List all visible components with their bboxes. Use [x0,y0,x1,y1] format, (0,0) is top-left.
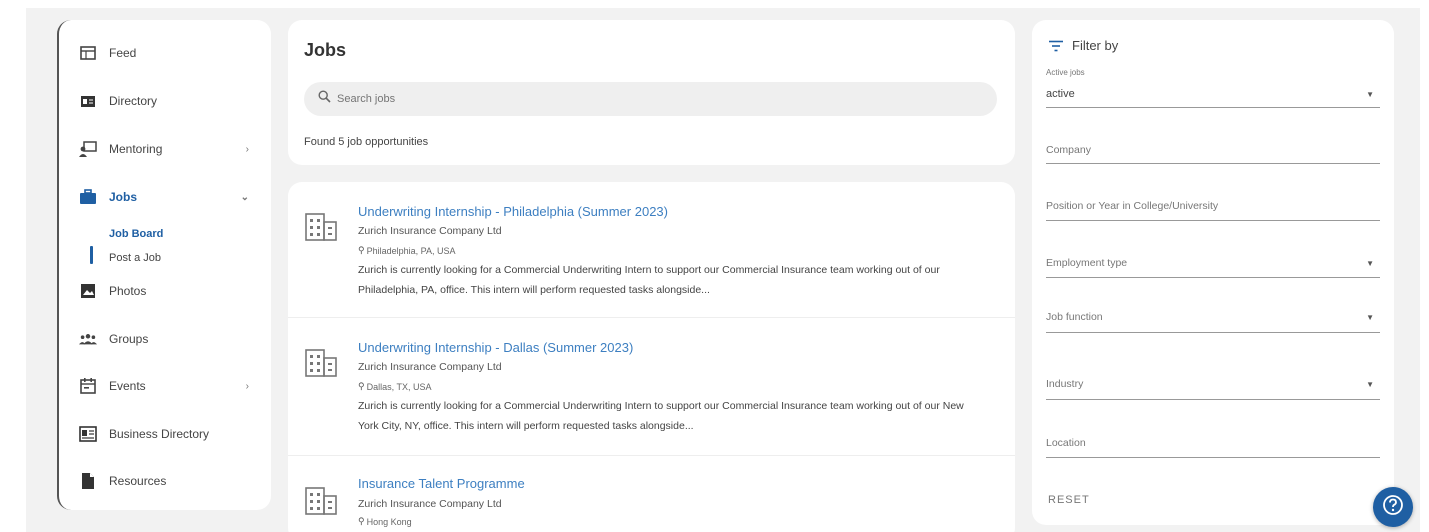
active-jobs-label: Active jobs [1046,68,1085,77]
sidebar-item-photos[interactable]: Photos [79,282,146,300]
industry-placeholder: Industry [1046,378,1084,390]
active-indicator [90,246,93,264]
job-location-text: Hong Kong [366,516,412,527]
search-bar[interactable] [304,82,997,116]
sidebar-item-label: Jobs [109,190,138,204]
calendar-icon [79,377,97,395]
location-placeholder: Location [1046,437,1086,449]
help-button[interactable] [1373,487,1413,527]
sidebar-item-label: Business Directory [109,427,210,441]
photos-icon [79,282,97,300]
location-field[interactable]: Location [1046,425,1380,458]
chevron-down-icon: ⌄ [240,191,249,203]
filter-icon [1048,40,1064,52]
job-list-item[interactable]: Insurance Talent Programme Zurich Insura… [288,456,1015,532]
sidebar-item-directory[interactable]: Directory [79,92,157,110]
job-location-text: Dallas, TX, USA [366,381,432,392]
results-count: Found 5 job opportunities [304,136,429,148]
file-icon [79,472,97,490]
sidebar-item-events[interactable]: Events › [79,377,263,395]
sidebar: Feed Directory Mentoring › Jobs ⌄ Job Bo… [57,20,271,510]
help-icon [1382,494,1404,521]
sidebar-item-feed[interactable]: Feed [79,44,136,62]
briefcase-icon [79,188,97,206]
sidebar-item-label: Groups [109,332,149,346]
search-input[interactable] [337,93,937,105]
job-function-select[interactable]: Job function ▼ [1046,299,1380,333]
company-field[interactable]: Company [1046,130,1380,164]
filter-panel: Filter by Active jobs active ▼ Company P… [1032,20,1394,525]
building-icon [304,348,338,378]
location-pin-icon: ⚲ [358,516,365,526]
chevron-right-icon: › [245,380,249,392]
sidebar-subitem-job-board[interactable]: Job Board [109,228,163,240]
job-company: Zurich Insurance Company Ltd [358,498,502,510]
job-company: Zurich Insurance Company Ltd [358,361,502,373]
position-placeholder: Position or Year in College/University [1046,200,1219,212]
chevron-right-icon: › [245,143,249,155]
sidebar-item-label: Mentoring [109,142,163,156]
location-pin-icon: ⚲ [358,245,365,255]
sidebar-subitem-post-a-job[interactable]: Post a Job [109,252,161,264]
sidebar-item-resources[interactable]: Resources [79,472,166,490]
dropdown-arrow-icon: ▼ [1366,90,1374,99]
reset-button[interactable]: RESET [1048,494,1090,506]
sidebar-item-mentoring[interactable]: Mentoring › [79,140,263,158]
search-icon [318,90,331,108]
company-placeholder: Company [1046,144,1091,156]
location-pin-icon: ⚲ [358,381,365,391]
building-icon [304,486,338,516]
mentoring-icon [79,140,97,158]
active-jobs-select[interactable]: Active jobs active ▼ [1046,68,1380,108]
job-location: ⚲ Dallas, TX, USA [358,381,431,392]
sidebar-item-label: Events [109,379,146,393]
dropdown-arrow-icon: ▼ [1366,313,1374,322]
dropdown-arrow-icon: ▼ [1366,380,1374,389]
industry-select[interactable]: Industry ▼ [1046,360,1380,400]
job-title-link[interactable]: Underwriting Internship - Philadelphia (… [358,204,668,219]
page-title: Jobs [304,40,347,60]
sidebar-item-label: Photos [109,284,147,298]
sidebar-item-groups[interactable]: Groups [79,330,148,348]
job-list-item[interactable]: Underwriting Internship - Dallas (Summer… [288,318,1015,456]
job-title-link[interactable]: Underwriting Internship - Dallas (Summer… [358,340,633,355]
filter-header: Filter by [1048,38,1118,53]
job-title-link[interactable]: Insurance Talent Programme [358,476,525,491]
job-list-item[interactable]: Underwriting Internship - Philadelphia (… [288,182,1015,318]
sidebar-item-label: Resources [109,474,167,488]
active-jobs-value: active [1046,88,1075,100]
position-field[interactable]: Position or Year in College/University [1046,185,1380,221]
job-company: Zurich Insurance Company Ltd [358,225,502,237]
sidebar-item-label: Feed [109,46,137,60]
employment-type-select[interactable]: Employment type ▼ [1046,243,1380,278]
sidebar-item-business-directory[interactable]: Business Directory [79,425,209,443]
building-icon [304,212,338,242]
jobs-header-card: Jobs Found 5 job opportunities [288,20,1015,165]
job-location: ⚲ Hong Kong [358,516,412,527]
directory-icon [79,92,97,110]
job-description: Zurich is currently looking for a Commer… [358,264,940,296]
job-location: ⚲ Philadelphia, PA, USA [358,245,455,256]
job-description: Zurich is currently looking for a Commer… [358,400,964,432]
filter-title: Filter by [1072,38,1119,53]
dropdown-arrow-icon: ▼ [1366,259,1374,268]
sidebar-item-jobs[interactable]: Jobs ⌄ [79,188,263,206]
feed-icon [79,44,97,62]
business-card-icon [79,425,97,443]
sidebar-item-label: Directory [109,94,158,108]
employment-type-placeholder: Employment type [1046,257,1128,269]
job-list: Underwriting Internship - Philadelphia (… [288,182,1015,532]
groups-icon [79,330,97,348]
job-function-placeholder: Job function [1046,311,1103,323]
job-location-text: Philadelphia, PA, USA [366,245,456,256]
